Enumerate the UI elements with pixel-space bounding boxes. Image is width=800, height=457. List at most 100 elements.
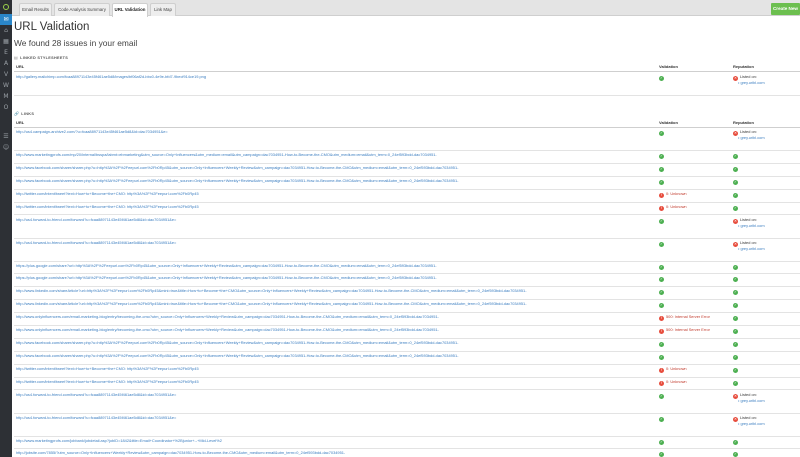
check-icon: ✓	[659, 303, 664, 309]
validation-cell: ✓	[659, 130, 666, 136]
reputation-cell: ✓	[733, 179, 740, 185]
table-row: http://us4.forward-to-friend.com/forward…	[14, 414, 800, 437]
url-link[interactable]: http://www.facebook.com/sharer/sharer.ph…	[16, 165, 636, 171]
table-row: http://www.facebook.com/sharer/sharer.ph…	[14, 339, 800, 352]
url-link[interactable]: http://twitter.com/intent/tweet?text=How…	[16, 366, 636, 372]
create-new-button[interactable]: Create New	[771, 3, 800, 15]
url-link[interactable]: http://twitter.com/intent/tweet?text=How…	[16, 191, 636, 197]
blocklist-host-link[interactable]: • grey.uribl.com	[733, 246, 765, 252]
blocklist-host-link[interactable]: • grey.uribl.com	[733, 135, 765, 141]
tab-link-map[interactable]: Link Map	[150, 3, 176, 16]
url-link[interactable]: http://us4.forward-to-friend.com/forward…	[16, 240, 636, 246]
check-icon: ✓	[659, 131, 664, 136]
tab-url-validation[interactable]: URL Validation	[112, 3, 148, 17]
link-icon: 🔗	[14, 111, 20, 116]
validation-cell: ✓	[659, 341, 666, 347]
check-icon: ✓	[659, 154, 664, 159]
m-icon[interactable]: M	[0, 91, 12, 102]
url-link[interactable]: http://www.facebook.com/sharer/sharer.ph…	[16, 353, 636, 359]
reputation-cell: ✕ Listed on: • grey.uribl.com	[733, 74, 765, 86]
table-row: http://www.linkedin.com/shareArticle?url…	[14, 300, 800, 314]
error-icon: !	[659, 367, 664, 373]
url-link[interactable]: http://www.onlyinfluencers.com/email-mar…	[16, 327, 636, 333]
url-link[interactable]: http://us4.forward-to-friend.com/forward…	[16, 392, 636, 398]
check-icon: ✓	[733, 264, 738, 270]
mail-icon[interactable]: ✉	[0, 14, 12, 25]
check-icon: ✓	[659, 166, 664, 172]
check-icon: ✓	[659, 341, 664, 347]
list-icon[interactable]: ☰	[0, 131, 12, 142]
check-icon: ✓	[659, 218, 664, 224]
url-link[interactable]: https://plus.google.com/share?url=http%3…	[16, 276, 636, 281]
url-link[interactable]: http://www.marketingprofs.com/mp/20/inte…	[16, 152, 636, 158]
check-icon: ✓	[733, 439, 738, 445]
tab-email-results[interactable]: Email Results	[19, 3, 52, 16]
col-reputation: Reputation	[733, 64, 754, 69]
validation-cell: ✓	[659, 75, 666, 81]
v-icon[interactable]: V	[0, 69, 12, 80]
check-icon: ✓	[733, 290, 738, 296]
url-link[interactable]: http://www.linkedin.com/shareArticle?url…	[16, 301, 636, 307]
user-icon[interactable]: ☺	[0, 142, 12, 153]
check-icon: ✓	[733, 452, 738, 457]
url-link[interactable]: http://gallery.mailchimp.com/fcaa8897114…	[16, 74, 636, 80]
validation-cell: ✓	[659, 354, 666, 360]
url-link[interactable]: http://twitter.com/intent/tweet?text=How…	[16, 204, 636, 210]
reputation-cell: ✓	[733, 341, 740, 347]
error-icon: !	[659, 316, 664, 322]
reputation-cell: ✕ Listed on: • grey.uribl.com	[733, 129, 765, 141]
check-icon: ✓	[733, 179, 738, 185]
validation-cell: ✓	[659, 302, 666, 309]
url-link[interactable]: http://www.facebook.com/sharer/sharer.ph…	[16, 340, 636, 346]
url-link[interactable]: http://jobsite.com/7855/?utm_source=Only…	[16, 451, 636, 456]
reputation-cell: ✕ Listed on: • grey.uribl.com	[733, 392, 765, 404]
url-link[interactable]: http://us4.campaign-archive2.com/?u=fcaa…	[16, 129, 636, 135]
reputation-cell: ✓	[733, 367, 740, 373]
w-icon[interactable]: W	[0, 80, 12, 91]
table-row: https://plus.google.com/share?url=http%3…	[14, 274, 800, 288]
home-icon[interactable]: ⌂	[0, 25, 12, 36]
validation-status: 0: Unknown	[666, 203, 687, 209]
url-link[interactable]: http://www.facebook.com/sharer/sharer.ph…	[16, 178, 636, 184]
check-icon: ✓	[733, 154, 738, 159]
blocklist-host-link[interactable]: • grey.uribl.com	[733, 421, 765, 427]
validation-cell: ✓	[659, 153, 666, 159]
stylesheets-table-header: URL Validation Reputation	[14, 63, 800, 72]
blocklist-host-link[interactable]: • grey.uribl.com	[733, 398, 765, 404]
url-link[interactable]: https://plus.google.com/share?url=http%3…	[16, 263, 636, 269]
col-url: URL	[16, 64, 25, 69]
table-row: http://www.onlyinfluencers.com/email-mar…	[14, 313, 800, 326]
o-icon[interactable]: O	[0, 102, 12, 113]
table-row: http://www.facebook.com/sharer/sharer.ph…	[14, 352, 800, 365]
url-link[interactable]: http://twitter.com/intent/tweet?text=How…	[16, 379, 636, 385]
listed-label: Listed on:	[740, 216, 757, 222]
validation-cell: ✓	[659, 451, 666, 457]
url-link[interactable]: http://us4.forward-to-friend.com/forward…	[16, 217, 636, 223]
check-icon: ✓	[659, 277, 664, 283]
table-row: http://www.marketingprofs.com/mp/20/inte…	[14, 151, 800, 164]
reputation-cell: ✕ Listed on: • grey.uribl.com	[733, 240, 765, 252]
blocklist-host-link[interactable]: • grey.uribl.com	[733, 223, 765, 229]
url-link[interactable]: http://www.linkedin.com/shareArticle?url…	[16, 288, 636, 294]
url-link[interactable]: http://www.marketingprofs.com/jobbank/jo…	[16, 438, 636, 444]
a-icon[interactable]: A	[0, 58, 12, 69]
links-table-header: URL Validation Reputation	[14, 119, 800, 128]
check-icon: ✓	[733, 354, 738, 360]
url-link[interactable]: http://us4.forward-to-friend.com/forward…	[16, 415, 636, 421]
check-icon: ✓	[733, 192, 738, 198]
col-reputation: Reputation	[733, 120, 754, 125]
url-link[interactable]: http://www.onlyinfluencers.com/email-mar…	[16, 314, 636, 320]
blocklist-host-link[interactable]: • grey.uribl.com	[733, 80, 765, 86]
reputation-cell: ✓	[733, 276, 740, 283]
validation-cell: ✓	[659, 241, 666, 247]
check-icon: ✓	[659, 290, 664, 296]
validation-status: 500: Internal Server Error	[666, 327, 710, 332]
validation-cell: ! 0: Unknown	[659, 191, 687, 198]
logo-icon[interactable]	[0, 0, 12, 14]
tab-code-analysis-summary[interactable]: Code Analysis Summary	[54, 3, 110, 16]
e-icon[interactable]: E	[0, 47, 12, 58]
check-icon: ✓	[733, 303, 738, 309]
grid-icon[interactable]: ▦	[0, 36, 12, 47]
validation-cell: ✓	[659, 264, 666, 270]
stylesheet-icon: ▤	[14, 55, 19, 60]
